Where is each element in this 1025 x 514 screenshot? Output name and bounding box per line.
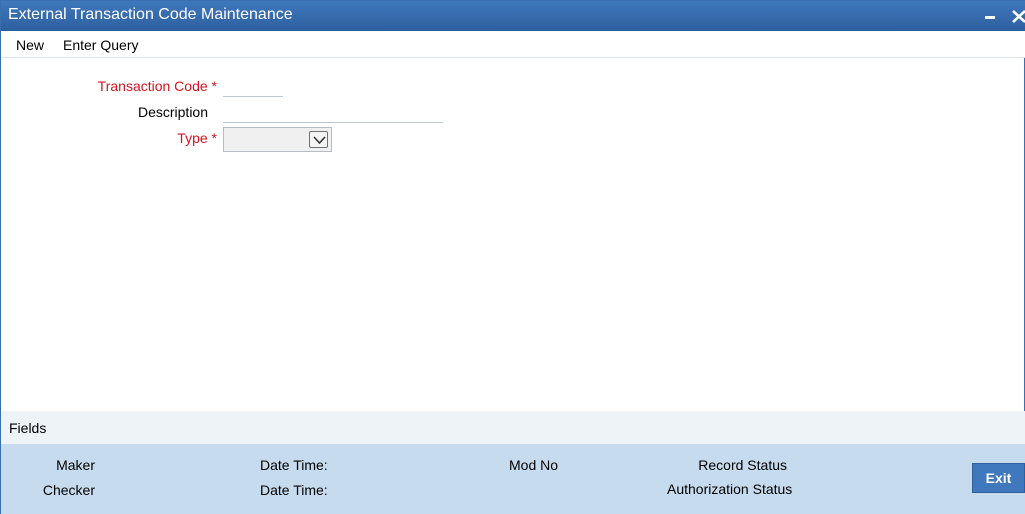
- transaction-code-label-text: Transaction Code: [97, 78, 208, 94]
- minimize-icon: [985, 16, 995, 19]
- title-bar: External Transaction Code Maintenance: [1, 1, 1025, 31]
- maker-datetime-label: Date Time:: [260, 457, 328, 473]
- enter-query-button[interactable]: Enter Query: [63, 37, 138, 53]
- mod-no-label: Mod No: [509, 457, 559, 473]
- transaction-code-label: Transaction Code *: [98, 78, 217, 94]
- window-title: External Transaction Code Maintenance: [8, 6, 293, 23]
- description-label: Description: [137, 104, 208, 120]
- exit-button[interactable]: Exit: [972, 463, 1025, 493]
- toolbar: New Enter Query: [1, 31, 1025, 58]
- required-marker: *: [211, 78, 217, 94]
- fields-link[interactable]: Fields: [9, 420, 46, 436]
- authorization-status-label: Authorization Status: [667, 481, 793, 497]
- maintenance-window: External Transaction Code Maintenance Ne…: [0, 0, 1025, 514]
- record-status-label: Record Status: [698, 457, 787, 473]
- type-label: Type *: [177, 130, 217, 146]
- type-select[interactable]: [223, 127, 332, 152]
- type-label-text: Type: [177, 130, 208, 146]
- required-marker: *: [211, 130, 217, 146]
- checker-label: Checker: [42, 482, 95, 498]
- chevron-down-icon: [313, 136, 326, 145]
- maker-label: Maker: [56, 457, 95, 473]
- type-dropdown-button[interactable]: [309, 131, 328, 148]
- close-button[interactable]: [1010, 5, 1025, 27]
- audit-panel: Maker Checker Date Time: Date Time: Mod …: [1, 444, 1025, 514]
- new-button[interactable]: New: [16, 37, 44, 53]
- description-input[interactable]: [223, 102, 443, 123]
- fields-bar: Fields: [1, 411, 1025, 444]
- transaction-code-input[interactable]: [223, 77, 283, 97]
- close-icon: [1012, 10, 1025, 23]
- checker-datetime-label: Date Time:: [260, 482, 328, 498]
- minimize-button[interactable]: [979, 5, 1001, 27]
